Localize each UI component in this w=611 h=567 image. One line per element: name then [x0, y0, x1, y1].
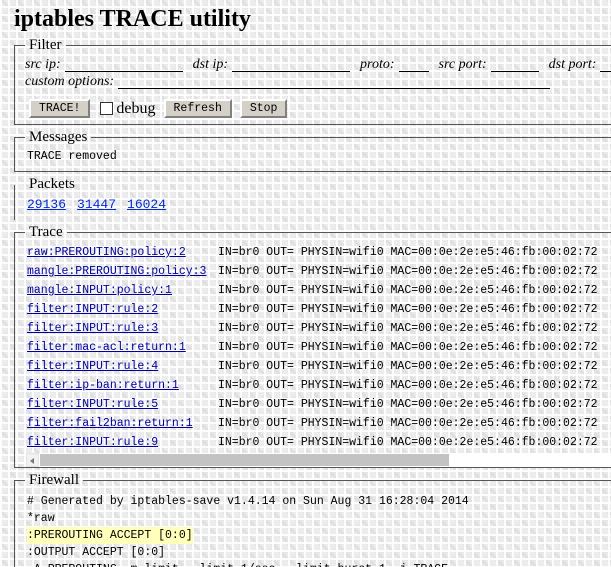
- trace-row-list: raw:PREROUTING:policy:2 IN=br0 OUT= PHYSI…: [23, 243, 611, 452]
- trace-link-3[interactable]: filter:INPUT:rule:2: [27, 300, 218, 319]
- trace-link-8[interactable]: filter:INPUT:rule:5: [27, 395, 218, 414]
- trace-row: filter:INPUT:rule:4 IN=br0 OUT= PHYSIN=wi…: [27, 357, 611, 376]
- firewall-section: Firewall # Generated by iptables-save v1…: [14, 472, 611, 567]
- trace-meta-5: IN=br0 OUT= PHYSIN=wifi0 MAC=00:0e:2e:e5…: [218, 341, 598, 354]
- src-port-input[interactable]: [490, 57, 539, 72]
- scroll-left-arrow-icon[interactable]: [26, 453, 39, 467]
- trace-row: filter:ip-ban:return:1 IN=br0 OUT= PHYSIN…: [27, 376, 611, 395]
- trace-meta-7: IN=br0 OUT= PHYSIN=wifi0 MAC=00:0e:2e:e5…: [218, 379, 598, 392]
- trace-row: filter:INPUT:rule:5 IN=br0 OUT= PHYSIN=wi…: [27, 395, 611, 414]
- trace-link-2[interactable]: mangle:INPUT:policy:1: [27, 281, 218, 300]
- trace-meta-9: IN=br0 OUT= PHYSIN=wifi0 MAC=00:0e:2e:e5…: [218, 417, 598, 430]
- firewall-line-0: # Generated by iptables-save v1.4.14 on …: [27, 495, 469, 508]
- filter-legend: Filter: [29, 37, 62, 53]
- trace-legend: Trace: [29, 224, 63, 240]
- dst-port-label: dst port:: [548, 57, 597, 72]
- packets-link-list: 29136 31447 16024: [23, 195, 605, 214]
- trace-row: filter:INPUT:rule:3 IN=br0 OUT= PHYSIN=wi…: [27, 319, 611, 338]
- debug-checkbox-wrapper[interactable]: debug: [100, 99, 156, 118]
- packet-link-1[interactable]: 31447: [77, 197, 116, 212]
- trace-meta-0: IN=br0 OUT= PHYSIN=wifi0 MAC=00:0e:2e:e5…: [218, 246, 598, 259]
- src-port-label: src port:: [438, 57, 487, 72]
- packet-link-2[interactable]: 16024: [127, 197, 166, 212]
- trace-meta-4: IN=br0 OUT= PHYSIN=wifi0 MAC=00:0e:2e:e5…: [218, 322, 598, 335]
- filter-section: Filter src ip: dst ip: proto: src port: …: [14, 37, 611, 125]
- firewall-config-text: # Generated by iptables-save v1.4.14 on …: [23, 491, 605, 567]
- dst-port-input[interactable]: [600, 57, 611, 72]
- custom-options-label: custom options:: [25, 74, 115, 89]
- proto-input[interactable]: [398, 57, 429, 72]
- scrollbar-thumb[interactable]: [40, 454, 449, 466]
- trace-meta-3: IN=br0 OUT= PHYSIN=wifi0 MAC=00:0e:2e:e5…: [218, 303, 598, 316]
- trace-link-5[interactable]: filter:mac-acl:return:1: [27, 338, 218, 357]
- messages-text: TRACE removed: [27, 150, 117, 163]
- trace-section: Trace raw:PREROUTING:policy:2 IN=br0 OUT=…: [14, 224, 611, 468]
- messages-legend: Messages: [29, 129, 88, 145]
- app-root: iptables TRACE utility Filter src ip: ds…: [0, 0, 611, 567]
- src-ip-input[interactable]: [64, 57, 183, 72]
- trace-link-7[interactable]: filter:ip-ban:return:1: [27, 376, 218, 395]
- debug-label: debug: [116, 99, 156, 117]
- trace-link-0[interactable]: raw:PREROUTING:policy:2: [27, 243, 218, 262]
- firewall-legend: Firewall: [29, 472, 79, 488]
- trace-row: raw:PREROUTING:policy:2 IN=br0 OUT= PHYSI…: [27, 243, 611, 262]
- custom-options-input[interactable]: [118, 74, 551, 89]
- refresh-button[interactable]: Refresh: [163, 99, 232, 118]
- trace-meta-1: IN=br0 OUT= PHYSIN=wifi0 MAC=00:0e:2e:e5…: [218, 265, 598, 278]
- trace-meta-10: IN=br0 OUT= PHYSIN=wifi0 MAC=00:0e:2e:e5…: [218, 436, 598, 449]
- trace-meta-8: IN=br0 OUT= PHYSIN=wifi0 MAC=00:0e:2e:e5…: [218, 398, 598, 411]
- src-ip-label: src ip:: [25, 57, 61, 72]
- messages-section: Messages TRACE removed: [14, 129, 611, 172]
- trace-link-9[interactable]: filter:fail2ban:return:1: [27, 414, 218, 433]
- trace-meta-2: IN=br0 OUT= PHYSIN=wifi0 MAC=00:0e:2e:e5…: [218, 284, 598, 297]
- firewall-line-1: *raw: [27, 512, 55, 525]
- trace-row: filter:mac-acl:return:1 IN=br0 OUT= PHYSI…: [27, 338, 611, 357]
- trace-link-1[interactable]: mangle:PREROUTING:policy:3: [27, 262, 218, 281]
- firewall-line-2: :PREROUTING ACCEPT [0:0]: [27, 527, 193, 544]
- trace-button[interactable]: TRACE!: [29, 99, 91, 118]
- trace-row: filter:INPUT:rule:9 IN=br0 OUT= PHYSIN=wi…: [27, 433, 611, 452]
- filter-row-primary: src ip: dst ip: proto: src port: dst por…: [23, 56, 611, 73]
- trace-link-10[interactable]: filter:INPUT:rule:9: [27, 433, 218, 452]
- packets-section: Packets 29136 31447 16024: [14, 176, 611, 220]
- filter-row-custom: custom options:: [23, 73, 611, 90]
- trace-horizontal-scrollbar[interactable]: [26, 453, 611, 467]
- debug-checkbox[interactable]: [100, 102, 114, 115]
- trace-meta-6: IN=br0 OUT= PHYSIN=wifi0 MAC=00:0e:2e:e5…: [218, 360, 598, 373]
- firewall-line-3: :OUTPUT ACCEPT [0:0]: [27, 546, 166, 559]
- proto-label: proto:: [360, 57, 395, 72]
- dst-ip-input[interactable]: [232, 57, 351, 72]
- page-title: iptables TRACE utility: [14, 6, 251, 32]
- filter-buttons-row: TRACE! debug Refresh Stop: [23, 99, 611, 118]
- trace-link-4[interactable]: filter:INPUT:rule:3: [27, 319, 218, 338]
- trace-row: filter:fail2ban:return:1 IN=br0 OUT= PHYS…: [27, 414, 611, 433]
- packet-link-0[interactable]: 29136: [27, 197, 66, 212]
- stop-button[interactable]: Stop: [239, 99, 288, 118]
- packets-legend: Packets: [29, 176, 75, 192]
- trace-row: mangle:INPUT:policy:1 IN=br0 OUT= PHYSIN=…: [27, 281, 611, 300]
- dst-ip-label: dst ip:: [192, 57, 229, 72]
- trace-link-6[interactable]: filter:INPUT:rule:4: [27, 357, 218, 376]
- trace-row: mangle:PREROUTING:policy:3 IN=br0 OUT= PH…: [27, 262, 611, 281]
- firewall-line-4: -A PREROUTING -m limit --limit 1/sec --l…: [27, 561, 605, 567]
- trace-row: filter:INPUT:rule:2 IN=br0 OUT= PHYSIN=wi…: [27, 300, 611, 319]
